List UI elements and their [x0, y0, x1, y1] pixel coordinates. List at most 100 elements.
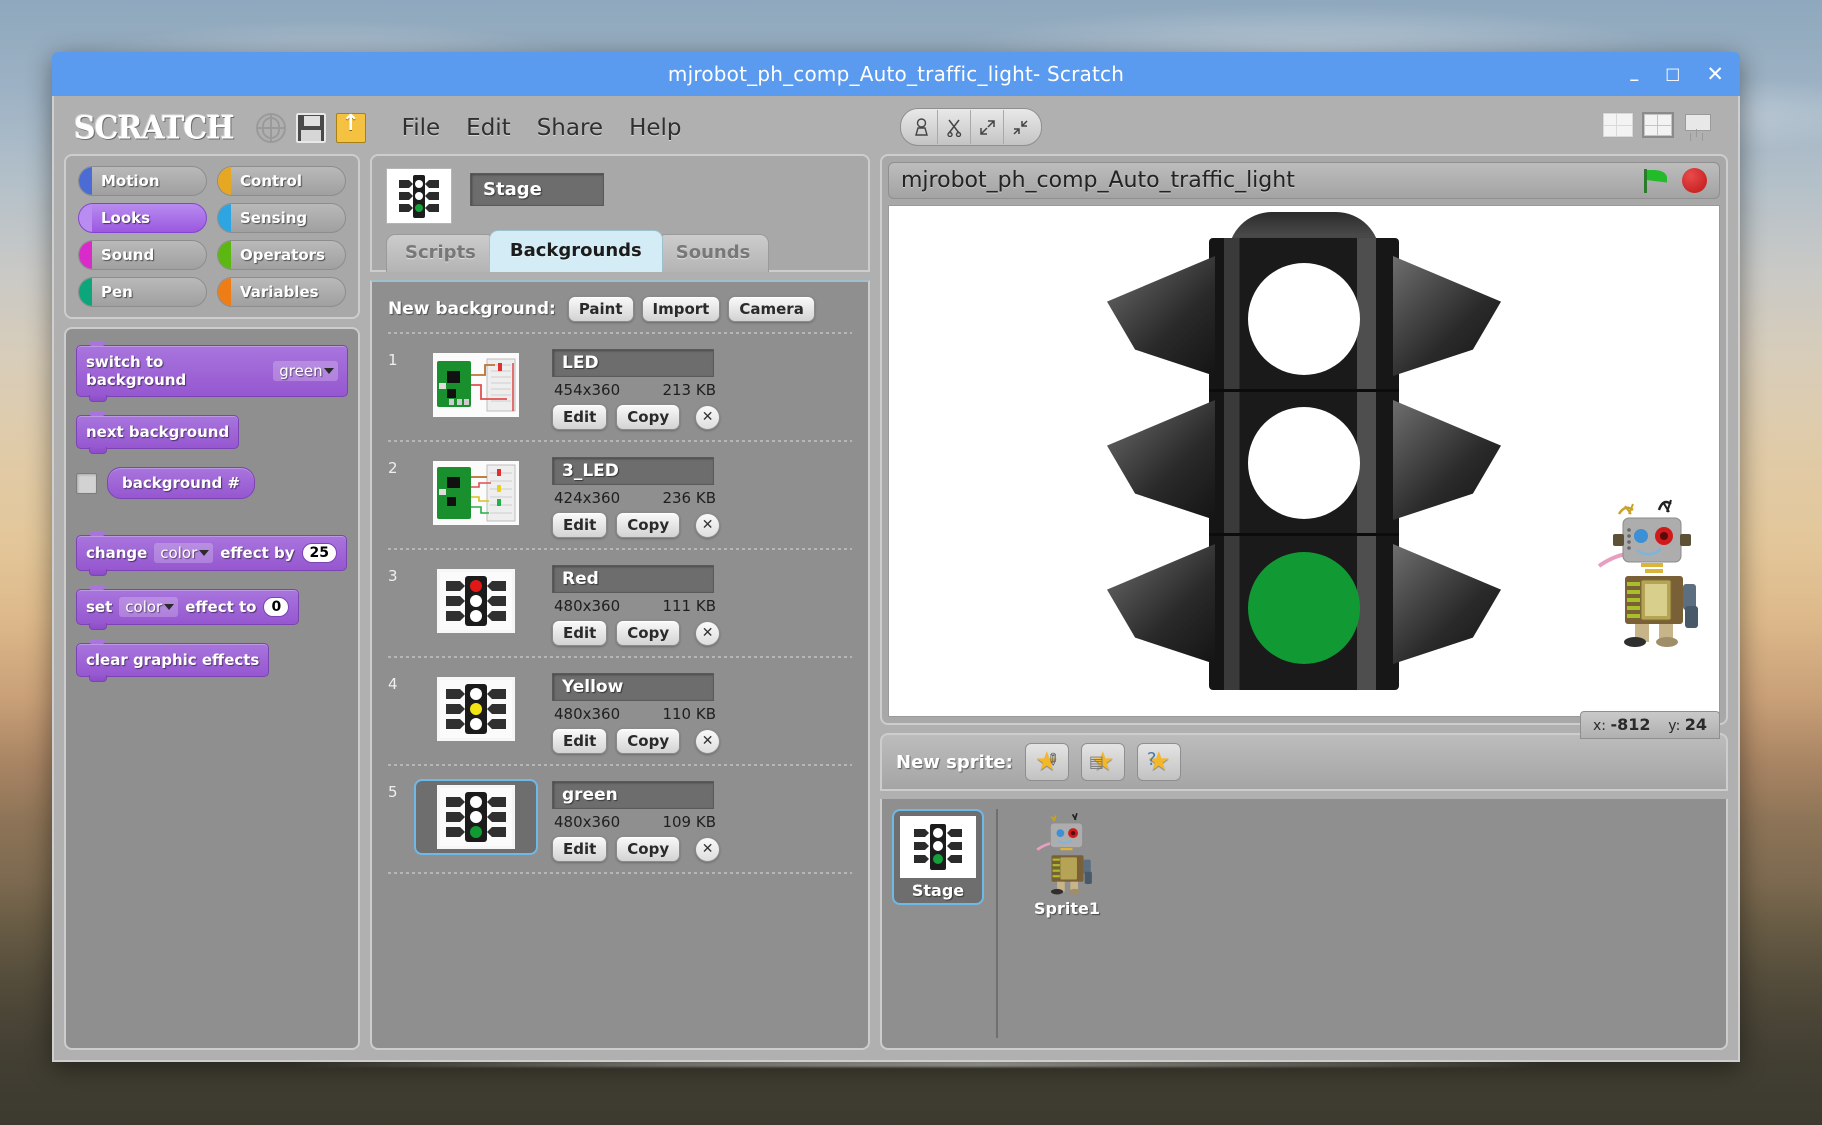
traffic-light-cell-top: [1107, 248, 1501, 392]
tab-backgrounds[interactable]: Backgrounds: [488, 230, 663, 272]
tab-scripts[interactable]: Scripts: [386, 234, 495, 272]
menu-help[interactable]: Help: [629, 115, 681, 141]
block-text: switch to background: [86, 353, 187, 389]
category-looks[interactable]: Looks: [78, 203, 207, 233]
category-sound[interactable]: Sound: [78, 240, 207, 270]
paint-new-sprite-icon[interactable]: ★ ✎: [1024, 743, 1069, 781]
background-thumbnail-wrap[interactable]: [414, 563, 538, 639]
edit-background-button[interactable]: Edit: [552, 728, 608, 754]
background-dimensions: 480x360: [554, 813, 621, 831]
breadboard-1led-thumbnail: [433, 353, 519, 417]
edit-background-button[interactable]: Edit: [552, 404, 608, 430]
background-list-item[interactable]: 5 green 480x360 109 KB Edit Copy ✕: [388, 774, 852, 864]
background-thumbnail-wrap[interactable]: [414, 455, 538, 531]
tab-sounds[interactable]: Sounds: [656, 234, 770, 272]
menu-edit[interactable]: Edit: [466, 115, 511, 141]
block-change-effect-by[interactable]: change color effect by 25: [76, 531, 348, 576]
block-set-effect-to[interactable]: set color effect to 0: [76, 585, 300, 630]
background-dropdown[interactable]: green: [273, 361, 338, 381]
effect-dropdown[interactable]: color: [154, 543, 214, 563]
block-clear-graphic-effects[interactable]: clear graphic effects: [76, 639, 270, 682]
background-actions: Edit Copy ✕: [552, 836, 852, 862]
menu-file[interactable]: File: [402, 115, 441, 141]
globe-icon[interactable]: [255, 113, 286, 143]
background-thumbnail-wrap[interactable]: [414, 347, 538, 423]
blocks-palette[interactable]: switch to background green next backgrou…: [64, 327, 360, 1050]
stage-view-mode-buttons: [1602, 112, 1712, 138]
delete-background-icon[interactable]: ✕: [695, 620, 721, 646]
background-dimensions: 480x360: [554, 597, 621, 615]
close-icon[interactable]: ✕: [1706, 63, 1724, 85]
green-flag-icon[interactable]: [1642, 168, 1668, 193]
edit-background-button[interactable]: Edit: [552, 836, 608, 862]
edit-background-button[interactable]: Edit: [552, 620, 608, 646]
maximize-icon[interactable]: □: [1665, 66, 1680, 82]
effect-dropdown[interactable]: color: [119, 597, 179, 617]
random-sprite-icon[interactable]: ★ ?: [1136, 743, 1181, 781]
minimize-icon[interactable]: –: [1629, 69, 1639, 89]
presentation-mode-icon[interactable]: [1682, 112, 1712, 138]
duplicate-stamp-icon[interactable]: [905, 110, 938, 144]
category-motion[interactable]: Motion: [78, 166, 207, 196]
background-name-field[interactable]: 3_LED: [552, 457, 714, 485]
background-list-item[interactable]: 2 3_LED 424x360 236 KB Edit Copy ✕: [388, 450, 852, 540]
camera-background-button[interactable]: Camera: [728, 296, 815, 322]
background-name-field[interactable]: green: [552, 781, 714, 809]
sprite-list-stage-tile[interactable]: Stage: [892, 809, 984, 905]
stage-panel: mjrobot_ph_comp_Auto_traffic_light: [880, 154, 1728, 725]
stage-canvas[interactable]: [888, 205, 1720, 717]
mouse-y-value: 24: [1684, 715, 1707, 734]
block-text: change: [86, 544, 148, 562]
background-list-item[interactable]: 1 LED 454x360 213 KB Edit Copy ✕: [388, 342, 852, 432]
stop-sign-icon[interactable]: [1682, 168, 1707, 193]
grow-icon[interactable]: [971, 110, 1004, 144]
copy-background-button[interactable]: Copy: [616, 620, 681, 646]
shrink-icon[interactable]: [1004, 110, 1037, 144]
category-sensing[interactable]: Sensing: [217, 203, 346, 233]
delete-background-icon[interactable]: ✕: [695, 836, 721, 862]
delete-background-icon[interactable]: ✕: [695, 512, 721, 538]
copy-background-button[interactable]: Copy: [616, 512, 681, 538]
block-background-number[interactable]: background #: [107, 467, 256, 499]
effect-value-input[interactable]: 0: [263, 597, 290, 617]
small-stage-layout-icon[interactable]: [1602, 112, 1634, 138]
list-divider: [388, 440, 852, 442]
category-control[interactable]: Control: [217, 166, 346, 196]
background-name-field[interactable]: Yellow: [552, 673, 714, 701]
copy-background-button[interactable]: Copy: [616, 836, 681, 862]
category-variables[interactable]: Variables: [217, 277, 346, 307]
edit-background-button[interactable]: Edit: [552, 512, 608, 538]
sprite-tile-sprite1[interactable]: Sprite1: [1012, 809, 1122, 1038]
menu-share[interactable]: Share: [537, 115, 603, 141]
category-operators[interactable]: Operators: [217, 240, 346, 270]
delete-background-icon[interactable]: ✕: [695, 404, 721, 430]
effect-amount-input[interactable]: 25: [301, 543, 338, 563]
category-pen[interactable]: Pen: [78, 277, 207, 307]
visor-right-icon: [1393, 400, 1501, 520]
background-thumbnail-wrap-selected[interactable]: [414, 779, 538, 855]
background-list-item[interactable]: 4 Yellow 480x360 110 KB Edit Copy ✕: [388, 666, 852, 756]
background-meta: 480x360 110 KB: [554, 705, 716, 723]
delete-scissors-icon[interactable]: [938, 110, 971, 144]
import-sprite-from-file-icon[interactable]: ★ ▤: [1080, 743, 1125, 781]
background-list-item[interactable]: 3 Red 480x360 111 KB Edit Copy ✕: [388, 558, 852, 648]
copy-background-button[interactable]: Copy: [616, 728, 681, 754]
copy-background-button[interactable]: Copy: [616, 404, 681, 430]
background-info: 3_LED 424x360 236 KB Edit Copy ✕: [538, 455, 852, 538]
paint-background-button[interactable]: Paint: [567, 296, 634, 322]
share-icon[interactable]: [335, 111, 366, 143]
robot-sprite-on-stage[interactable]: [1597, 496, 1709, 648]
delete-background-icon[interactable]: ✕: [695, 728, 721, 754]
background-thumbnail-wrap[interactable]: [414, 671, 538, 747]
block-next-background[interactable]: next background: [76, 411, 240, 454]
sprite-list[interactable]: Stage Sprite1: [880, 799, 1728, 1050]
import-background-button[interactable]: Import: [641, 296, 721, 322]
background-number-checkbox[interactable]: [76, 472, 97, 494]
block-switch-to-background[interactable]: switch to background green: [76, 341, 348, 402]
normal-stage-layout-icon[interactable]: [1642, 112, 1674, 138]
backgrounds-list[interactable]: New background: Paint Import Camera 1 LE…: [370, 280, 870, 1050]
background-name-field[interactable]: Red: [552, 565, 714, 593]
stage-name-field[interactable]: Stage: [470, 173, 604, 206]
save-icon[interactable]: [295, 113, 326, 143]
background-name-field[interactable]: LED: [552, 349, 714, 377]
